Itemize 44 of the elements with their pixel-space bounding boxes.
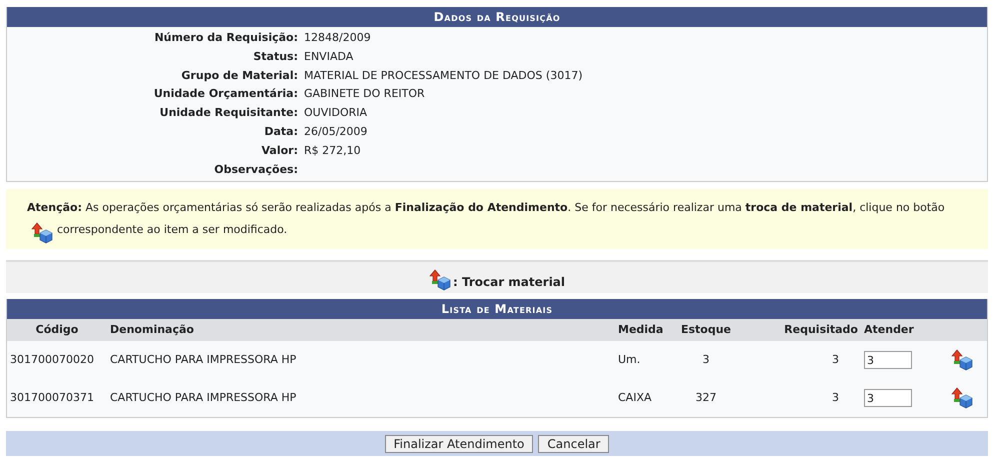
table-cell-text: 301700070371 [9,390,95,406]
field-label: Unidade Orçamentária: [152,86,298,102]
column-header: Medida [615,319,671,342]
column-header: Atender [861,319,937,342]
field-label: Grupo de Material: [180,68,298,84]
section-header: Dados da Requisição [7,7,987,27]
field-value: R$ 272,10 [304,142,362,159]
column-header: Estoque [671,319,741,342]
notice-text: correspondente ao item a ser modificado. [57,223,288,236]
field-value: GABINETE DO REITOR [304,86,426,102]
field-value: ENVIADA [304,48,354,65]
table-cell-text: CARTUCHO PARA IMPRESSORA HP [109,352,298,368]
field-value: MATERIAL DE PROCESSAMENTO DE DADOS (3017) [304,68,584,84]
quantity-field[interactable]: 3 [864,389,912,408]
table-cell-text: 327 [694,390,718,406]
quantity-field[interactable]: 3 [864,351,912,370]
swap-icon [428,269,451,292]
legend-label: : Trocar material [452,274,566,292]
field-value: 26/05/2009 [304,124,368,140]
swap-icon[interactable] [951,387,973,410]
column-header: Código [7,319,107,342]
table-cell-text: 3 [831,390,840,406]
swap-icon[interactable] [951,349,973,372]
table-cell-text: CARTUCHO PARA IMPRESSORA HP [109,390,298,406]
cancel-button[interactable]: Cancelar [538,434,610,453]
field-label: Valor: [260,142,298,159]
field-value: OUVIDORIA [304,105,368,122]
table-cell-text: 3 [831,352,840,368]
field-label: Status: [252,48,298,65]
table-cell-text: 301700070020 [9,352,95,368]
notice-text: Atenção: As operações orçamentárias só serão realizadas após a Finalização do Atendimento. Se for necessário realizar uma troca de material, clique no botão [27,201,945,214]
field-label: Data: [263,124,298,140]
column-header: Denominação [107,319,615,342]
column-header: Requisitado [741,319,861,342]
finish-button[interactable]: Finalizar Atendimento [384,434,534,453]
table-cell-text: 3 [702,352,710,368]
swap-icon [31,222,53,244]
field-label: Unidade Requisitante: [158,105,298,122]
field-label: Observações: [213,162,298,178]
field-value: 12848/2009 [304,30,372,46]
table-cell-text: CAIXA [617,390,653,406]
table-cell-text: Um. [617,352,642,368]
section-header: Lista de Materiais [7,299,987,320]
field-label: Número da Requisição: [153,30,298,46]
